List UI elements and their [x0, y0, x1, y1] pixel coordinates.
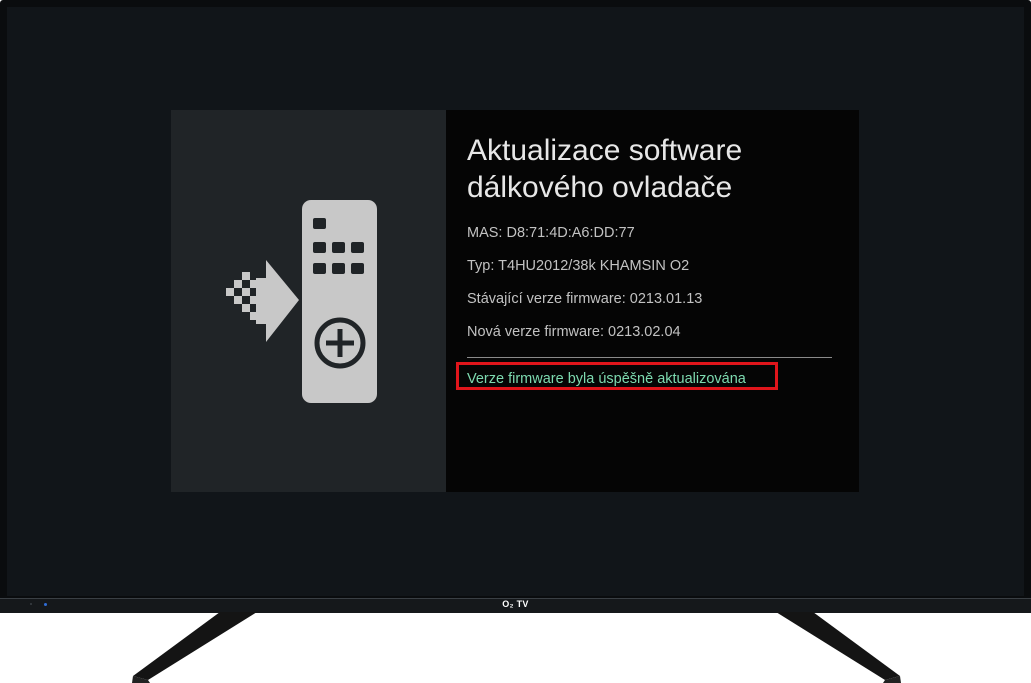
brand-logo: O₂ TV: [502, 599, 529, 609]
divider: [467, 357, 832, 358]
dialog-illustration-panel: [171, 110, 446, 492]
status-highlight-box: [456, 362, 778, 390]
dialog-title-line2: dálkového ovladače: [467, 171, 733, 204]
new-firmware-version: Nová verze firmware: 0213.02.04: [467, 324, 681, 340]
dialog-title-line1: Aktualizace software: [467, 134, 743, 167]
current-firmware-version: Stávající verze firmware: 0213.01.13: [467, 291, 703, 307]
dialog-title: Aktualizace software dálkového ovladače: [467, 132, 837, 206]
remote-type: Typ: T4HU2012/38k KHAMSIN O2: [467, 258, 690, 274]
remote-update-dialog: Aktualizace software dálkového ovladače …: [171, 110, 859, 492]
mac-address: MAS: D8:71:4D:A6:DD:77: [467, 225, 635, 241]
tv-stand: [132, 612, 901, 683]
remote-update-icon: [226, 200, 377, 403]
